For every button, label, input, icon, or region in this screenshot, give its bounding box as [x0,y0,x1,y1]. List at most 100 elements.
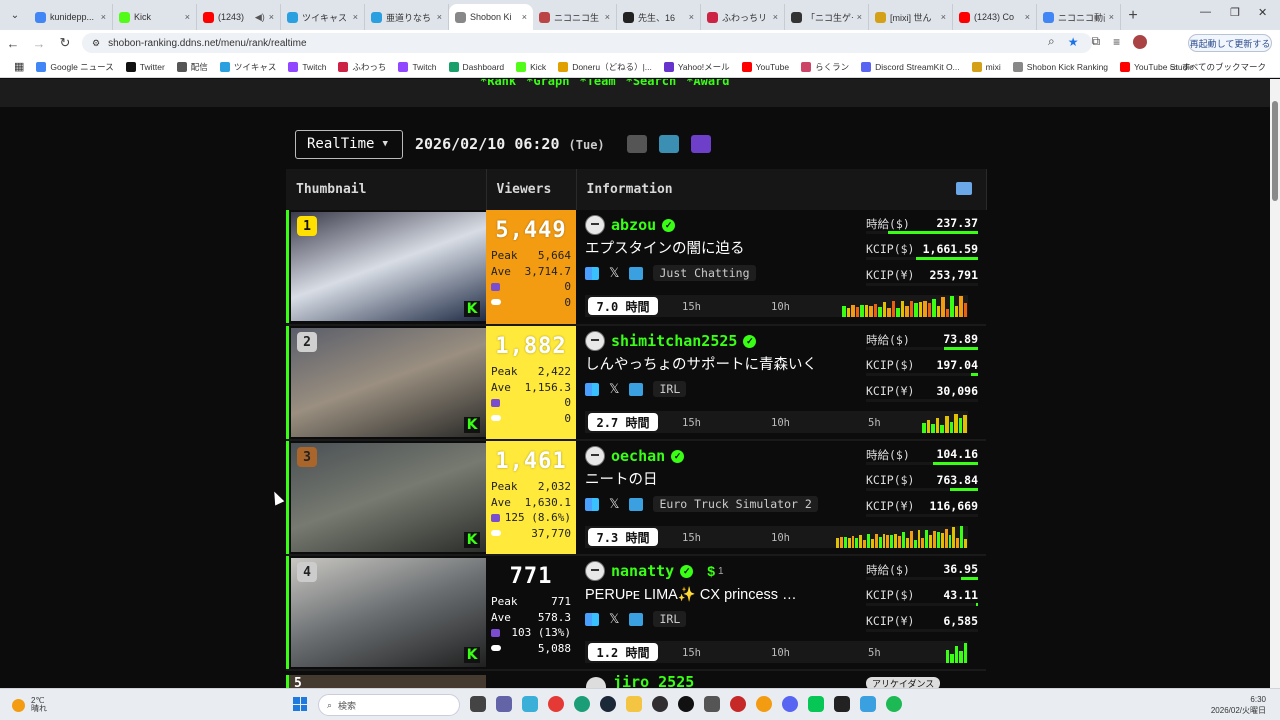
minimize-icon[interactable]: — [1200,6,1211,18]
coin-icon[interactable] [756,696,772,712]
tab-close-icon[interactable]: × [353,12,358,22]
bookmark-item[interactable]: Yahoo!メール [658,61,736,73]
camera-icon[interactable] [626,135,647,153]
new-tab-button[interactable]: + [1121,4,1145,28]
line-icon[interactable] [808,696,824,712]
range-select[interactable]: RealTime ▼ [295,129,403,159]
stream-thumbnail[interactable] [291,558,486,667]
streamer-name[interactable]: jiro_2525 [613,675,694,688]
browser-tab[interactable]: 先生、16 × [617,4,701,30]
browser-tab[interactable]: ニコニコ動画 × [1037,4,1121,30]
browser-tab[interactable]: ツイキャス × [281,4,365,30]
edge-icon[interactable] [574,696,590,712]
tab-close-icon[interactable]: × [689,12,694,22]
browser-tab[interactable]: ふわっちリ × [701,4,785,30]
table-row[interactable]: 3 K 1,461 Peak 2,032 Ave 1,630.1 125 (8.6%) 37,7… [286,440,986,556]
copilot-icon[interactable] [522,696,538,712]
stream-thumbnail[interactable] [291,212,486,321]
kick-logo-icon[interactable]: K [464,417,480,433]
x-twitter-icon[interactable]: 𝕏 [609,265,619,281]
browser-tab[interactable]: ニコニコ生 × [533,4,617,30]
bookmark-item[interactable]: Kick [510,61,552,73]
category-tag[interactable]: IRL [653,611,687,627]
page-scrollbar[interactable] [1270,79,1280,688]
taskbar-search[interactable]: ⌕ 検索 [318,694,460,716]
steam-icon[interactable] [600,696,616,712]
menu-link[interactable]: *Rank [480,79,516,87]
tv-icon[interactable] [629,382,644,396]
menu-link[interactable]: *Award [686,79,729,87]
zoom-icon[interactable]: ⌕ [1048,34,1055,49]
bookmark-item[interactable]: YouTube [736,61,795,73]
kick-logo-icon[interactable]: K [464,647,480,663]
graph-icon[interactable] [585,266,599,280]
reload-icon[interactable]: ↻ [52,35,78,51]
tab-close-icon[interactable]: × [522,12,527,22]
reading-list-icon[interactable]: ≡ [1113,35,1120,49]
stream-title[interactable]: PERUᴘᴇ LIMA✨ CX princess … [585,583,855,607]
x-twitter-icon[interactable]: 𝕏 [609,496,619,512]
x-twitter-icon[interactable]: 𝕏 [609,611,619,627]
audio-icon[interactable]: ◀) [255,12,265,23]
tv-icon[interactable] [955,182,972,195]
system-clock[interactable]: 6:30 2026/02/火曜日 [1211,694,1266,716]
obs-icon[interactable] [652,696,668,712]
update-button[interactable]: 再起動して更新する [1188,34,1272,52]
tv-icon[interactable] [629,266,644,280]
windows-start-icon[interactable] [293,697,307,711]
streamer-name[interactable]: nanatty [611,562,674,580]
tab-close-icon[interactable]: × [941,12,946,22]
tab-search-icon[interactable]: ⌄ [4,4,26,26]
record-icon[interactable] [730,696,746,712]
tab-close-icon[interactable]: × [185,12,190,22]
bookmark-item[interactable]: Twitch [392,61,442,73]
stream-title[interactable]: ニートの日 [585,468,855,492]
browser-tab[interactable]: kunidepp... × [29,4,113,30]
browser-tab[interactable]: [mixi] 世ん × [869,4,953,30]
apps-icon[interactable]: ▦ [8,60,30,73]
bookmark-item[interactable]: Dashboard [443,61,511,73]
back-icon[interactable]: ← [0,36,26,51]
menu-link[interactable]: *Graph [526,79,569,87]
category-tag[interactable]: IRL [653,381,687,397]
browser-tab[interactable]: 「ニコ生ゲー × [785,4,869,30]
streamer-name[interactable]: shimitchan2525 [611,332,737,350]
category-tag[interactable]: Euro Truck Simulator 2 [653,496,818,512]
bookmark-item[interactable]: Twitch [282,61,332,73]
table-row[interactable]: 4 K 771 Peak 771 Ave 578.3 103 (13%) 5,088 nanatt… [286,555,986,671]
bookmark-item[interactable]: Twitter [120,61,171,73]
streamer-name[interactable]: oechan [611,447,665,465]
maximize-icon[interactable]: ❐ [1230,6,1240,19]
bookmark-item[interactable]: Discord StreamKit O... [855,61,966,73]
forward-icon[interactable]: → [26,36,52,51]
x-twitter-icon[interactable]: 𝕏 [609,381,619,397]
stream-title[interactable]: エプスタインの闇に迫る [585,237,855,261]
weather-widget[interactable]: 2℃ 晴れ [12,697,47,713]
user-avatar[interactable] [586,677,606,688]
tab-close-icon[interactable]: × [1025,12,1030,22]
close-icon[interactable]: ✕ [1258,6,1267,19]
stream-title[interactable]: しんやっちょのサポートに青森いく [585,353,855,377]
bookmark-item[interactable]: Doneru（どねる）|... [552,61,658,73]
menu-link[interactable]: *Search [626,79,677,87]
mascot-icon[interactable] [658,135,679,153]
tv-icon[interactable] [629,497,644,511]
terminal-icon[interactable] [834,696,850,712]
address-bar[interactable]: ⚙ shobon-ranking.ddns.net/menu/rank/real… [82,33,1092,53]
table-row[interactable]: 1 K 5,449 Peak 5,664 Ave 3,714.7 0 0 abzou ✓ エプスタイン… [286,210,986,326]
table-row[interactable]: 2 K 1,882 Peak 2,422 Ave 1,156.3 0 0 shimitchan25… [286,325,986,441]
bookmark-item[interactable]: Shobon Kick Ranking [1007,61,1114,73]
tab-close-icon[interactable]: × [101,12,106,22]
menu-link[interactable]: *Team [579,79,615,87]
bookmark-item[interactable]: 配信 [171,61,214,73]
tab-close-icon[interactable]: × [773,12,778,22]
chrome-icon[interactable] [548,696,564,712]
kick-logo-icon[interactable]: K [464,532,480,548]
user-avatar[interactable] [585,446,605,466]
tab-close-icon[interactable]: × [605,12,610,22]
explorer-icon[interactable] [626,696,642,712]
category-tag[interactable]: Just Chatting [653,265,756,281]
bookmark-item[interactable]: ツイキャス [214,61,283,73]
user-avatar[interactable] [585,331,605,351]
graph-icon[interactable] [585,612,599,626]
